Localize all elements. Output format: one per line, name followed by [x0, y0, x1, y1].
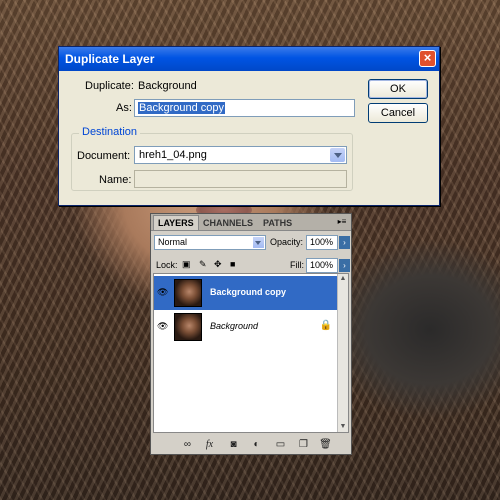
document-select-value: hreh1_04.png — [139, 149, 207, 161]
layer-name: Background copy — [210, 287, 287, 297]
opacity-slider-button[interactable]: › — [339, 236, 350, 249]
as-input-text: Background copy — [138, 102, 225, 114]
lock-brush-icon[interactable]: ✎ — [199, 259, 207, 270]
blend-mode-value: Normal — [158, 237, 188, 247]
tab-channels[interactable]: CHANNELS — [199, 216, 257, 230]
name-input[interactable] — [134, 170, 347, 188]
dialog-titlebar[interactable]: Duplicate Layer × — [59, 47, 439, 71]
chevron-down-icon[interactable] — [253, 237, 264, 248]
lock-transparent-icon[interactable]: ▣ — [182, 259, 191, 270]
lock-move-icon[interactable]: ✥ — [214, 259, 222, 270]
document-label: Document: — [77, 150, 131, 162]
tab-paths[interactable]: PATHS — [259, 216, 296, 230]
layers-scrollbar[interactable]: ▲ ▼ — [337, 274, 348, 432]
layers-bottom-bar: ∞ fx ◙ ◐ ▭ ❐ 🗑 — [151, 436, 351, 454]
layer-row-background[interactable]: 👁 Background 🔒 — [154, 310, 340, 344]
layer-thumbnail — [174, 279, 202, 307]
link-icon[interactable]: ∞ — [181, 439, 194, 451]
layer-row-background-copy[interactable]: 👁 Background copy — [154, 276, 340, 310]
fill-input[interactable]: 100% — [306, 258, 338, 273]
ok-button[interactable]: OK — [368, 79, 428, 99]
duplicate-value: Background — [138, 80, 197, 92]
scroll-up-icon[interactable]: ▲ — [338, 274, 348, 284]
dialog-title: Duplicate Layer — [65, 52, 155, 66]
mask-icon[interactable]: ◙ — [227, 439, 240, 451]
fill-label: Fill: — [290, 260, 304, 270]
document-select[interactable]: hreh1_04.png — [134, 146, 347, 164]
layer-name: Background — [210, 321, 259, 331]
trash-icon[interactable]: 🗑 — [319, 439, 332, 451]
fx-icon[interactable]: fx — [203, 439, 216, 451]
eye-icon[interactable]: 👁 — [157, 288, 169, 297]
lock-label: Lock: — [156, 260, 178, 270]
new-layer-icon[interactable]: ❐ — [297, 439, 310, 451]
as-input[interactable]: Background copy — [134, 99, 355, 117]
layer-thumbnail — [174, 313, 202, 341]
fill-slider-button[interactable]: › — [339, 259, 350, 272]
panel-menu-icon[interactable]: ▸≡ — [335, 216, 349, 228]
lock-icon: 🔒 — [319, 320, 332, 331]
tab-layers[interactable]: LAYERS — [153, 215, 199, 230]
layers-panel: LAYERS CHANNELS PATHS ▸≡ Normal Opacity:… — [150, 213, 352, 455]
close-icon[interactable]: × — [419, 50, 436, 67]
name-label: Name: — [99, 174, 132, 186]
eye-icon[interactable]: 👁 — [157, 322, 169, 331]
cancel-button[interactable]: Cancel — [368, 103, 428, 123]
destination-label: Destination — [79, 126, 141, 138]
duplicate-layer-dialog: Duplicate Layer × Duplicate: Background … — [58, 46, 440, 206]
layers-list: 👁 Background copy 👁 Background 🔒 ▲ ▼ — [153, 273, 349, 433]
blend-mode-select[interactable]: Normal — [154, 235, 266, 250]
as-label: As: — [116, 102, 132, 114]
lock-all-icon[interactable]: ■ — [230, 259, 235, 269]
chevron-down-icon[interactable] — [330, 148, 345, 162]
scroll-down-icon[interactable]: ▼ — [338, 422, 348, 432]
panel-tabs: LAYERS CHANNELS PATHS ▸≡ — [151, 214, 351, 231]
adjustment-icon[interactable]: ◐ — [250, 439, 263, 451]
duplicate-label: Duplicate: — [85, 80, 134, 92]
opacity-input[interactable]: 100% — [306, 235, 338, 250]
folder-icon[interactable]: ▭ — [274, 439, 287, 451]
opacity-label: Opacity: — [270, 237, 304, 247]
